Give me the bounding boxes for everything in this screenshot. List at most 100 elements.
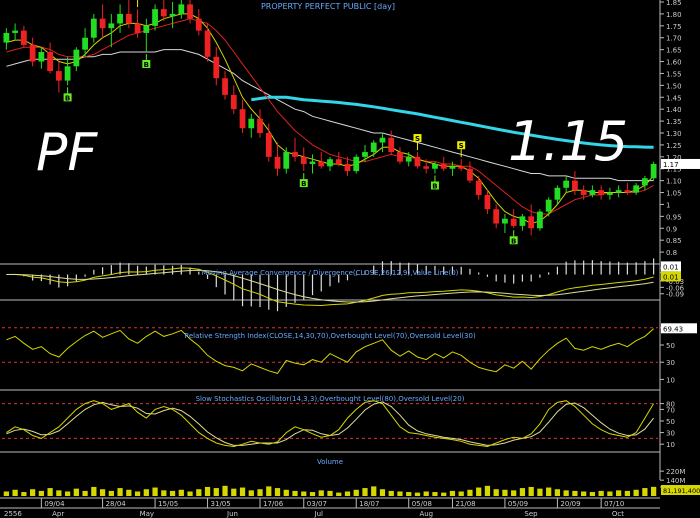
x-month-label: May [140, 510, 154, 518]
volume-bar [91, 486, 97, 496]
volume-bar [449, 490, 456, 496]
candle-body [615, 190, 622, 193]
x-tick-label: 31/05 [211, 500, 231, 508]
volume-bar [493, 489, 499, 496]
candle-body [160, 9, 167, 17]
volume-bar [82, 490, 88, 496]
candle-body [353, 156, 360, 172]
buy-signal-label: B [301, 180, 306, 188]
volume-bar [29, 489, 36, 496]
rsi-title: Relative Strength Index(CLOSE,14,30,70),… [184, 332, 476, 340]
rsi-tick-label: 10 [666, 376, 675, 384]
candle-body [230, 94, 237, 110]
price-tick-label: 1.05 [666, 190, 682, 198]
candle-body [143, 25, 150, 33]
price-overlay: 1.15 [508, 110, 628, 173]
volume-bar [117, 488, 123, 496]
volume-bar [99, 489, 106, 496]
price-tick-label: 1.80 [666, 11, 682, 19]
volume-bar [134, 491, 141, 496]
candle-body [309, 161, 316, 164]
candle-body [440, 163, 447, 169]
volume-bar [642, 488, 648, 496]
candle-body [125, 13, 132, 24]
candle-body [423, 166, 430, 169]
candle-body [607, 192, 613, 195]
macd-value-tag: 0.01 [663, 263, 679, 271]
volume-bar [178, 489, 184, 496]
volume-bar [414, 492, 421, 496]
candle-body [178, 4, 185, 14]
volume-bar [301, 491, 307, 496]
x-tick-label: 05/09 [508, 500, 528, 508]
candle-body [580, 190, 587, 195]
candle-body [370, 142, 377, 153]
volume-bar [283, 489, 289, 496]
x-tick-label: 03/07 [307, 500, 327, 508]
volume-bar [56, 490, 62, 496]
candle-body [73, 49, 80, 67]
stoch-tick-label: 70 [666, 406, 675, 414]
candle-body [641, 178, 648, 186]
volume-title: Volume [317, 458, 343, 466]
volume-bar [47, 488, 53, 496]
candle-body [449, 166, 456, 169]
candle-body [362, 152, 368, 157]
stoch-title: Slow Stochastics Oscillator(14,3,3),Over… [196, 395, 465, 403]
volume-bar [344, 491, 351, 496]
stoch-tick-label: 30 [666, 430, 675, 438]
x-month-label: 2556 [4, 510, 22, 518]
volume-bar [266, 486, 272, 496]
volume-bar [353, 489, 359, 496]
candle-body [379, 137, 386, 143]
candle-body [55, 71, 62, 81]
price-tick-label: 0.85 [666, 237, 682, 245]
x-month-label: Jun [226, 510, 238, 518]
volume-bar [327, 490, 333, 496]
stoch-tick-label: 10 [666, 441, 675, 449]
sell-signal-label: S [415, 135, 420, 143]
x-tick-label: 21/08 [455, 500, 475, 508]
volume-bar [467, 489, 473, 496]
buy-signal-label: B [432, 182, 437, 190]
volume-bar [12, 489, 18, 496]
volume-bar [73, 488, 79, 496]
price-tick-label: 1.30 [666, 130, 682, 138]
volume-bar [406, 492, 412, 496]
volume-bar [371, 486, 377, 496]
candle-body [572, 180, 578, 191]
candle-body [265, 133, 272, 157]
candle-body [169, 13, 176, 17]
volume-bar [528, 486, 534, 496]
candle-body [292, 152, 298, 157]
volume-bar [572, 490, 578, 496]
volume-bar [581, 491, 587, 496]
candle-body [38, 52, 45, 62]
volume-bar [624, 490, 631, 496]
volume-bar [537, 488, 543, 496]
volume-bar [196, 489, 202, 496]
rsi-tick-label: 30 [666, 359, 675, 367]
volume-bar [3, 491, 9, 496]
volume-bar [502, 489, 508, 496]
x-tick-label: 15/05 [158, 500, 178, 508]
candle-body [493, 209, 500, 224]
candle-body [99, 18, 106, 29]
x-month-label: Sep [524, 510, 538, 518]
x-month-label: Jul [314, 510, 324, 518]
volume-bar [423, 491, 429, 496]
candle-body [82, 37, 88, 50]
candle-body [187, 4, 193, 19]
volume-bar [379, 489, 386, 496]
volume-tick-label: 220M [666, 468, 685, 476]
price-tick-label: 0.8 [666, 249, 677, 257]
candle-body [510, 218, 517, 226]
volume-bar [519, 488, 526, 496]
volume-bar [213, 488, 219, 496]
volume-bar [239, 487, 246, 496]
candle-body [90, 18, 97, 38]
volume-bar [432, 492, 438, 496]
macd-title: Moving Average Convergence / Divergence(… [202, 269, 459, 277]
candle-body [335, 159, 342, 164]
candle-body [20, 30, 27, 45]
